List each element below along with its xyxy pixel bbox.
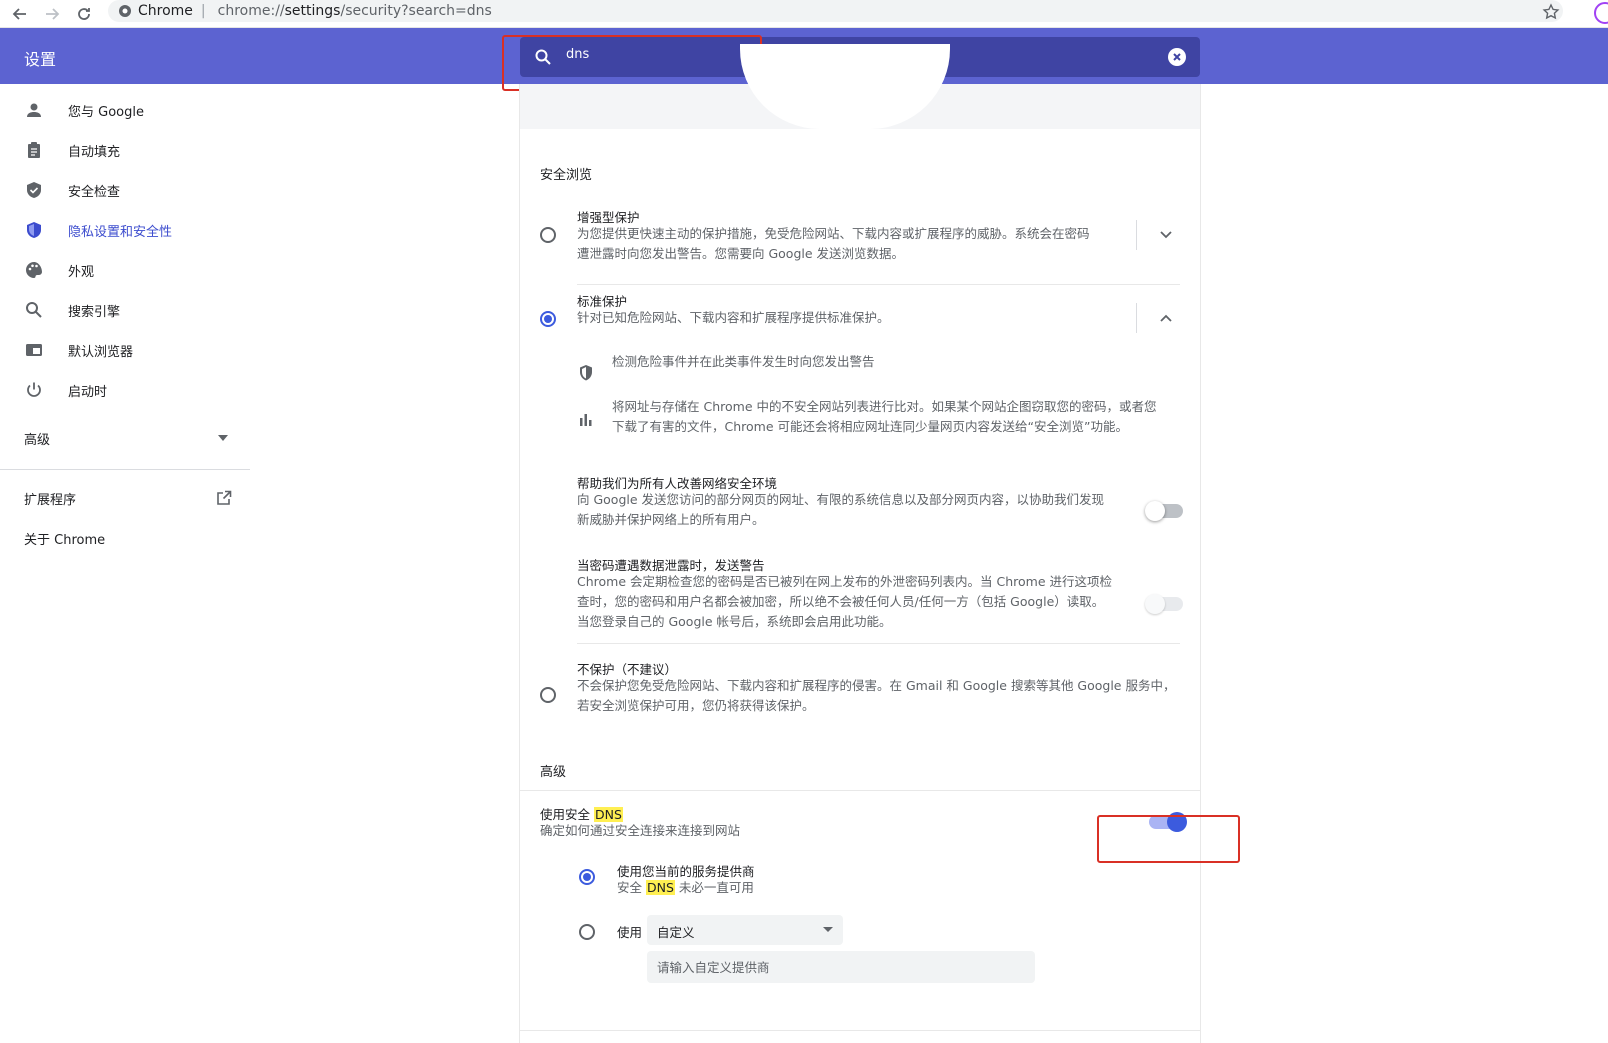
sidebar-item-you-and-google[interactable]: 您与 Google — [0, 92, 250, 128]
bookmark-star-button[interactable] — [1542, 3, 1560, 25]
no-protection-desc: 不会保护您免受危险网站、下载内容和扩展程序的侵害。在 Gmail 和 Googl… — [577, 678, 1176, 713]
sidebar-item-label: 您与 Google — [68, 104, 144, 120]
sidebar-item-label: 外观 — [68, 264, 95, 280]
reload-button[interactable] — [73, 3, 95, 25]
annotation-highlight-toggle — [1097, 815, 1240, 863]
sidebar-item-autofill[interactable]: 自动填充 — [0, 132, 250, 168]
settings-sidebar: 您与 Google 自动填充 安全检查 隐私设置和安全性 外观 搜索引擎 默认浏… — [0, 84, 250, 1043]
browser-icon — [24, 340, 44, 360]
back-button[interactable] — [9, 3, 31, 25]
forward-arrow-icon — [46, 8, 60, 20]
sidebar-item-privacy-security[interactable]: 隐私设置和安全性 — [0, 212, 250, 248]
sidebar-item-label: 搜索引擎 — [68, 304, 121, 320]
sidebar-item-search-engine[interactable]: 搜索引擎 — [0, 292, 250, 328]
chrome-logo-icon — [119, 5, 131, 17]
password-warn-desc: Chrome 会定期检查您的密码是否已被列在网上发布的外泄密码列表内。当 Chr… — [577, 574, 1112, 629]
standard-protection-radio[interactable] — [540, 311, 556, 327]
divider — [520, 790, 1200, 791]
clipboard-icon — [24, 140, 44, 160]
current-provider-radio[interactable] — [579, 869, 595, 885]
sidebar-item-label: 安全检查 — [68, 184, 121, 200]
divider — [577, 643, 1180, 644]
secure-dns-desc: 确定如何通过安全连接来连接到网站 — [540, 823, 741, 838]
sidebar-item-label: 扩展程序 — [24, 492, 77, 508]
close-icon — [1173, 53, 1181, 61]
shield-privacy-icon — [24, 220, 44, 240]
address-bar[interactable]: Chrome | chrome://settings/security?sear… — [108, 0, 1563, 22]
search-highlight: DNS — [593, 807, 623, 822]
sidebar-item-appearance[interactable]: 外观 — [0, 252, 250, 288]
search-highlight: DNS — [645, 880, 675, 895]
forward-button[interactable] — [41, 3, 63, 25]
sidebar-item-label: 自动填充 — [68, 144, 121, 160]
caret-down-icon — [218, 435, 228, 441]
annotation-highlight-search — [502, 35, 762, 91]
sidebar-item-label: 关于 Chrome — [24, 532, 106, 548]
external-link-icon — [217, 490, 232, 505]
chevron-down-icon — [1160, 231, 1172, 239]
sidebar-advanced-label: 高级 — [24, 432, 51, 448]
current-provider-desc: 安全 DNS 未必一直可用 — [617, 880, 754, 895]
enhanced-protection-radio[interactable] — [540, 227, 556, 243]
custom-provider-radio[interactable] — [579, 924, 595, 940]
back-arrow-icon — [12, 8, 26, 20]
password-warn-toggle[interactable] — [1145, 594, 1183, 614]
sidebar-item-default-browser[interactable]: 默认浏览器 — [0, 332, 250, 368]
site-label: Chrome — [138, 3, 193, 19]
clear-search-button[interactable] — [1168, 48, 1186, 66]
address-separator: | — [200, 3, 206, 19]
chevron-up-icon — [1160, 314, 1172, 322]
standard-feature-detect: 检测危险事件并在此类事件发生时向您发出警告 — [612, 354, 875, 369]
divider — [520, 1030, 1200, 1031]
shield-check-icon — [24, 180, 44, 200]
settings-content-card: 安全浏览 增强型保护 为您提供更快速主动的保护措施，免受危险网站、下载内容或扩展… — [519, 44, 1201, 1043]
enhanced-protection-desc: 为您提供更快速主动的保护措施，免受危险网站、下载内容或扩展程序的威胁。系统会在密… — [577, 226, 1090, 261]
palette-icon — [24, 260, 44, 280]
star-icon — [1542, 3, 1560, 20]
divider — [1136, 303, 1137, 333]
browser-toolbar: Chrome | chrome://settings/security?sear… — [0, 0, 1608, 28]
profile-avatar[interactable] — [1594, 2, 1608, 24]
advanced-section-title: 高级 — [540, 765, 567, 780]
bar-chart-icon — [580, 414, 592, 426]
divider — [577, 284, 1180, 285]
search-icon — [24, 300, 44, 320]
sidebar-item-extensions[interactable]: 扩展程序 — [0, 480, 250, 516]
provider-select[interactable]: 自定义 — [647, 915, 843, 945]
expand-enhanced-button[interactable] — [1156, 225, 1176, 245]
sidebar-item-label: 隐私设置和安全性 — [68, 224, 173, 240]
sidebar-divider — [0, 469, 250, 470]
address-url: chrome://settings/security?search=dns — [217, 3, 492, 19]
shield-icon — [580, 365, 592, 381]
divider — [1136, 220, 1137, 250]
sidebar-item-safety-check[interactable]: 安全检查 — [0, 172, 250, 208]
safe-browsing-section-title: 安全浏览 — [540, 168, 593, 183]
hero-illustration — [520, 44, 1200, 129]
reload-icon — [78, 8, 90, 20]
sidebar-advanced-toggle[interactable]: 高级 — [0, 420, 250, 456]
page-title: 设置 — [24, 50, 57, 69]
caret-down-icon — [823, 927, 833, 932]
person-icon — [24, 100, 44, 120]
help-improve-desc: 向 Google 发送您访问的部分网页的网址、有限的系统信息以及部分网页内容，以… — [577, 492, 1105, 527]
standard-protection-desc: 针对已知危险网站、下载内容和扩展程序提供标准保护。 — [577, 310, 890, 325]
sidebar-item-on-startup[interactable]: 启动时 — [0, 372, 250, 408]
sidebar-item-label: 默认浏览器 — [68, 344, 134, 360]
collapse-standard-button[interactable] — [1156, 308, 1176, 328]
custom-provider-input[interactable] — [647, 951, 1035, 983]
no-protection-radio[interactable] — [540, 687, 556, 703]
sidebar-item-about-chrome[interactable]: 关于 Chrome — [0, 520, 250, 556]
standard-feature-compare: 将网址与存储在 Chrome 中的不安全网站列表进行比对。如果某个网站企图窃取您… — [612, 399, 1157, 434]
sidebar-item-label: 启动时 — [68, 384, 108, 400]
power-icon — [24, 380, 44, 400]
help-improve-toggle[interactable] — [1145, 501, 1183, 521]
custom-provider-label: 使用 — [617, 925, 643, 940]
